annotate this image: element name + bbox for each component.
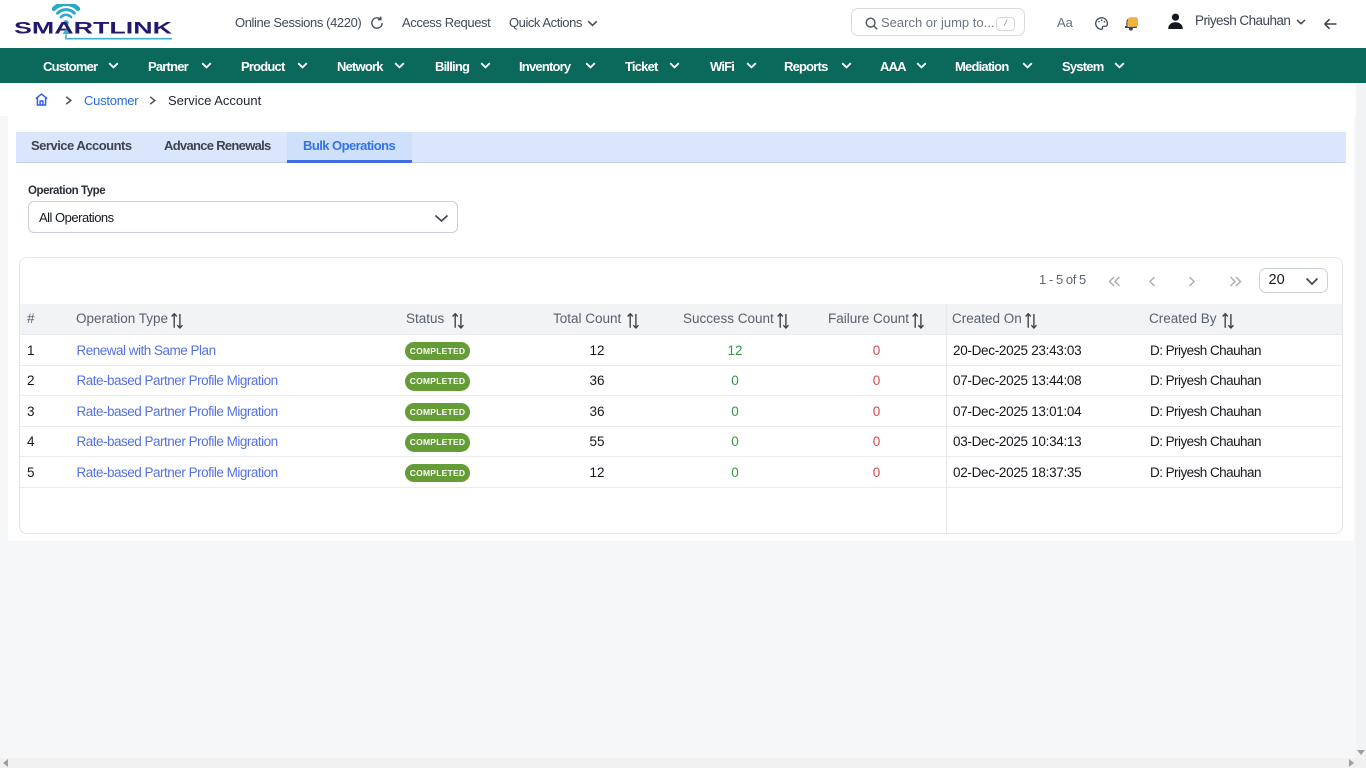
svg-text:SMARTLINK: SMARTLINK <box>14 20 172 38</box>
